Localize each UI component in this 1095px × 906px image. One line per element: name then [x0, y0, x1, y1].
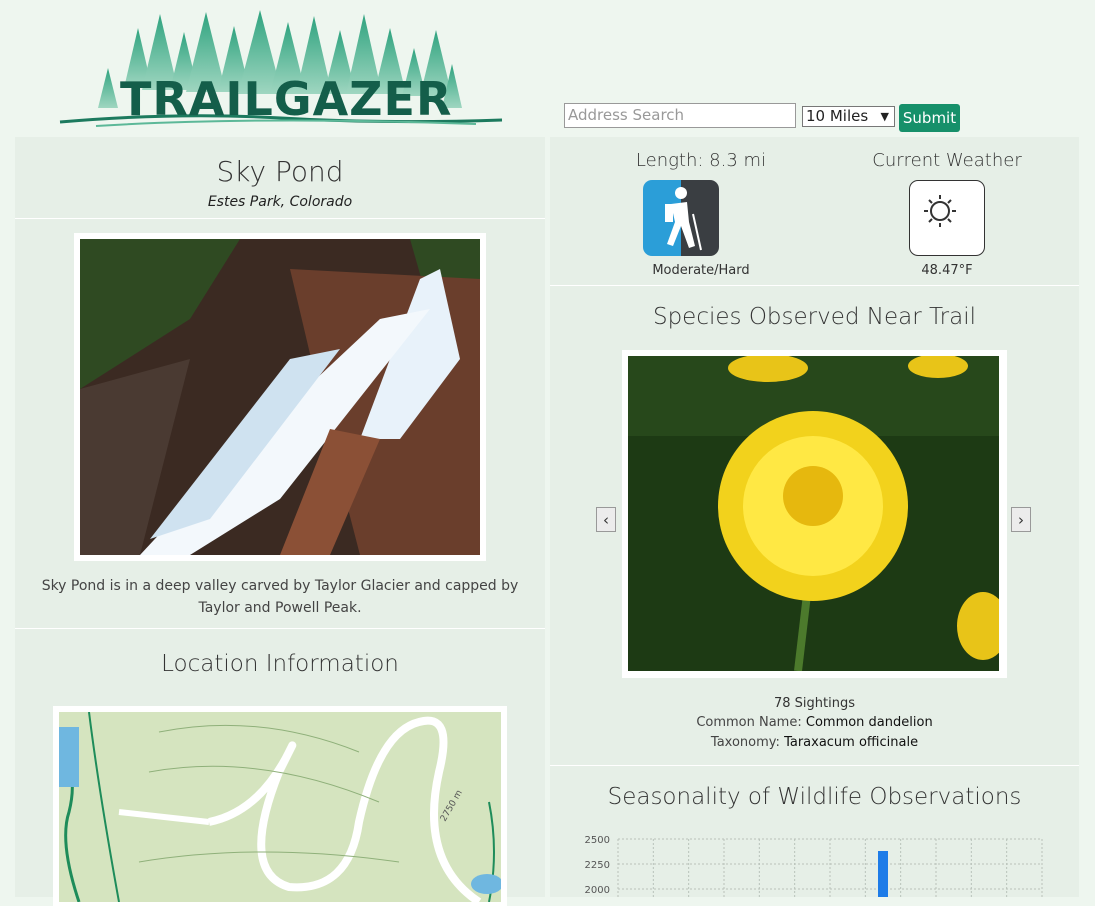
divider [15, 628, 545, 629]
trail-name: Sky Pond [216, 155, 344, 188]
divider [550, 765, 1079, 766]
logo-text: TRAILGAZER [120, 72, 453, 126]
dandelion-photo [628, 356, 999, 671]
weather-heading: Current Weather [872, 150, 1022, 171]
species-heading: Species Observed Near Trail [652, 304, 976, 330]
sun-icon [909, 180, 985, 256]
seasonality-heading: Seasonality of Wildlife Observations [607, 784, 1022, 810]
seasonality-chart: 2500 2250 2000 [585, 835, 1043, 897]
trail-details-panel: Length: 8.3 mi Moderate/Hard Current Wea… [550, 137, 1079, 897]
taxonomy-line: Taxonomy: Taraxacum officinale [550, 735, 1079, 750]
trail-info-panel: Sky Pond Estes Park, Colorado Sky Pond i… [15, 137, 545, 906]
divider [550, 285, 1079, 286]
common-name-label: Common Name: [696, 715, 802, 730]
trail-map[interactable]: 2750 m [59, 712, 501, 902]
taxonomy-value: Taraxacum officinale [784, 735, 919, 750]
difficulty-label: Moderate/Hard [652, 263, 750, 278]
trail-location: Estes Park, Colorado [207, 194, 353, 210]
species-photo-frame [622, 350, 1007, 678]
address-search-input[interactable]: Address Search [564, 103, 796, 128]
distance-select-value: 10 Miles [806, 107, 869, 125]
dropdown-arrow-icon: ▼ [880, 110, 889, 123]
hiker-icon [643, 180, 719, 256]
y-tick-label: 2000 [585, 885, 610, 896]
trail-photo-frame [74, 233, 486, 561]
common-name-value: Common dandelion [805, 715, 933, 730]
common-name-line: Common Name: Common dandelion [550, 715, 1079, 730]
divider [15, 218, 545, 219]
carousel-prev-button[interactable]: ‹ [596, 507, 616, 532]
waterfall-photo [80, 239, 480, 555]
trail-length: Length: 8.3 mi [635, 150, 767, 171]
distance-select[interactable]: 10 Miles ▼ [802, 106, 895, 127]
y-tick-label: 2250 [585, 860, 610, 871]
map-frame[interactable]: 2750 m [53, 706, 507, 906]
location-heading: Location Information [161, 651, 399, 677]
y-tick-label: 2500 [585, 835, 610, 846]
carousel-next-button[interactable]: › [1011, 507, 1031, 532]
trailgazer-logo[interactable]: TRAILGAZER [56, 8, 506, 130]
taxonomy-label: Taxonomy: [710, 735, 780, 750]
submit-button[interactable]: Submit [899, 104, 960, 132]
temperature: 48.47°F [921, 263, 973, 278]
chart-bar[interactable] [878, 851, 888, 897]
sightings-count: 78 Sightings [773, 696, 855, 711]
trail-description: Sky Pond is in a deep valley carved by T… [41, 578, 519, 616]
